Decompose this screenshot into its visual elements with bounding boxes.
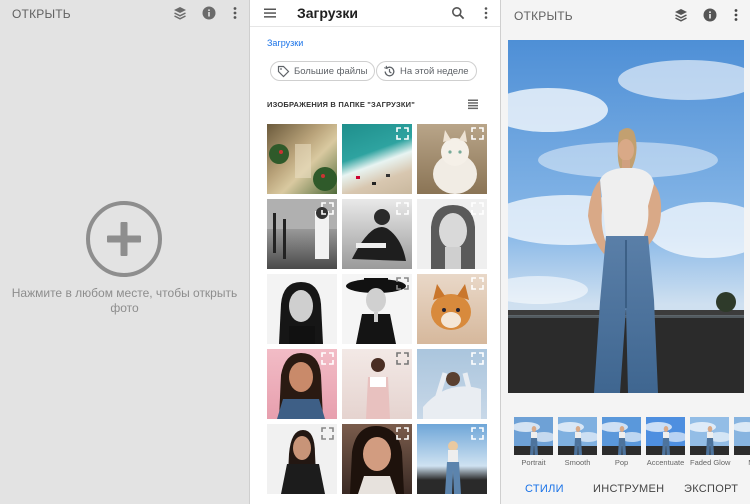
history-icon [384, 65, 395, 76]
style-preset[interactable]: Accentuate [646, 417, 685, 477]
left-top-bar: ОТКРЫТЬ [0, 0, 249, 27]
style-preset-thumbnail [602, 417, 641, 455]
list-view-icon[interactable] [467, 98, 479, 110]
expand-icon[interactable] [321, 352, 334, 365]
layers-icon[interactable] [172, 5, 188, 21]
expand-icon[interactable] [471, 202, 484, 215]
image-thumbnail[interactable] [267, 199, 337, 269]
section-title: ИЗОБРАЖЕНИЯ В ПАПКЕ "ЗАГРУЗКИ" [267, 100, 416, 109]
image-thumbnail[interactable] [417, 424, 487, 494]
picker-title: Загрузки [297, 5, 358, 21]
style-preset-label: Mo [734, 458, 750, 467]
style-preset[interactable]: Faded Glow [690, 417, 731, 477]
layers-icon[interactable] [673, 7, 689, 23]
style-preset-label: Portrait [521, 458, 546, 467]
style-preset-thumbnail [514, 417, 553, 455]
file-picker-panel: Загрузки Загрузки Большие файлы На этой … [249, 0, 501, 504]
tab-styles[interactable]: СТИЛИ [525, 483, 564, 495]
chip-this-week[interactable]: На этой неделе [376, 61, 477, 81]
image-thumbnail[interactable] [417, 274, 487, 344]
image-thumbnail[interactable] [342, 199, 412, 269]
style-preset-label: Pop [614, 458, 629, 467]
menu-icon[interactable] [263, 6, 277, 20]
info-icon[interactable] [702, 7, 718, 23]
picker-top-bar: Загрузки [250, 0, 500, 27]
tag-icon [277, 65, 290, 77]
more-vert-icon[interactable] [480, 6, 492, 20]
expand-icon[interactable] [396, 277, 409, 290]
image-thumbnail[interactable] [417, 199, 487, 269]
info-icon[interactable] [201, 5, 217, 21]
style-preset-thumbnail [558, 417, 597, 455]
image-thumbnail[interactable] [267, 424, 337, 494]
expand-icon[interactable] [321, 202, 334, 215]
style-preset-thumbnail [690, 417, 729, 455]
expand-icon[interactable] [471, 352, 484, 365]
style-preset[interactable]: Mo [734, 417, 750, 477]
thumbnail-art [279, 282, 323, 344]
chip-large-files[interactable]: Большие файлы [270, 61, 376, 81]
image-thumbnail[interactable] [342, 274, 412, 344]
edited-photo[interactable] [508, 40, 744, 393]
image-grid [267, 124, 489, 494]
expand-icon[interactable] [321, 427, 334, 440]
image-thumbnail[interactable] [417, 124, 487, 194]
image-thumbnail[interactable] [267, 349, 337, 419]
more-vert-icon[interactable] [728, 7, 744, 23]
photo-editor-panel: ОТКРЫТЬ Portrait Smooth Pop Accentuate F… [501, 0, 750, 504]
expand-icon[interactable] [396, 127, 409, 140]
style-preset-thumbnail [734, 417, 750, 455]
style-preset-thumbnail [646, 417, 685, 455]
editor-tabs: СТИЛИ ИНСТРУМЕН ЭКСПОРТ [501, 476, 750, 504]
image-thumbnail[interactable] [417, 349, 487, 419]
open-button[interactable]: ОТКРЫТЬ [12, 7, 71, 21]
chip-label: На этой неделе [400, 65, 469, 77]
tab-export[interactable]: ЭКСПОРТ [684, 483, 738, 495]
expand-icon[interactable] [396, 352, 409, 365]
style-preset-label: Accentuate [646, 458, 685, 467]
image-thumbnail[interactable] [342, 349, 412, 419]
thumbnail-art [269, 144, 337, 191]
search-icon[interactable] [451, 6, 465, 20]
style-preset[interactable]: Portrait [514, 417, 553, 477]
expand-icon[interactable] [396, 427, 409, 440]
chip-label: Большие файлы [294, 65, 368, 77]
style-preset-label: Smooth [564, 458, 591, 467]
add-photo-icon[interactable] [85, 200, 163, 278]
style-preset-label: Faded Glow [690, 458, 731, 467]
style-preset[interactable]: Pop [602, 417, 641, 477]
empty-editor-panel[interactable]: ОТКРЫТЬ Нажмите в любом месте, чтобы отк… [0, 0, 249, 504]
open-button[interactable]: ОТКРЫТЬ [514, 9, 573, 23]
styles-strip: Portrait Smooth Pop Accentuate Faded GlowMo [514, 417, 750, 477]
image-thumbnail[interactable] [267, 274, 337, 344]
expand-icon[interactable] [471, 127, 484, 140]
more-vert-icon[interactable] [227, 5, 243, 21]
image-thumbnail[interactable] [267, 124, 337, 194]
breadcrumb[interactable]: Загрузки [267, 38, 303, 48]
expand-icon[interactable] [471, 277, 484, 290]
open-hint-text: Нажмите в любом месте, чтобы открыть фот… [11, 286, 238, 315]
image-thumbnail[interactable] [342, 424, 412, 494]
expand-icon[interactable] [396, 202, 409, 215]
expand-icon[interactable] [471, 427, 484, 440]
image-thumbnail[interactable] [342, 124, 412, 194]
style-preset[interactable]: Smooth [558, 417, 597, 477]
tab-tools[interactable]: ИНСТРУМЕН [593, 483, 664, 495]
